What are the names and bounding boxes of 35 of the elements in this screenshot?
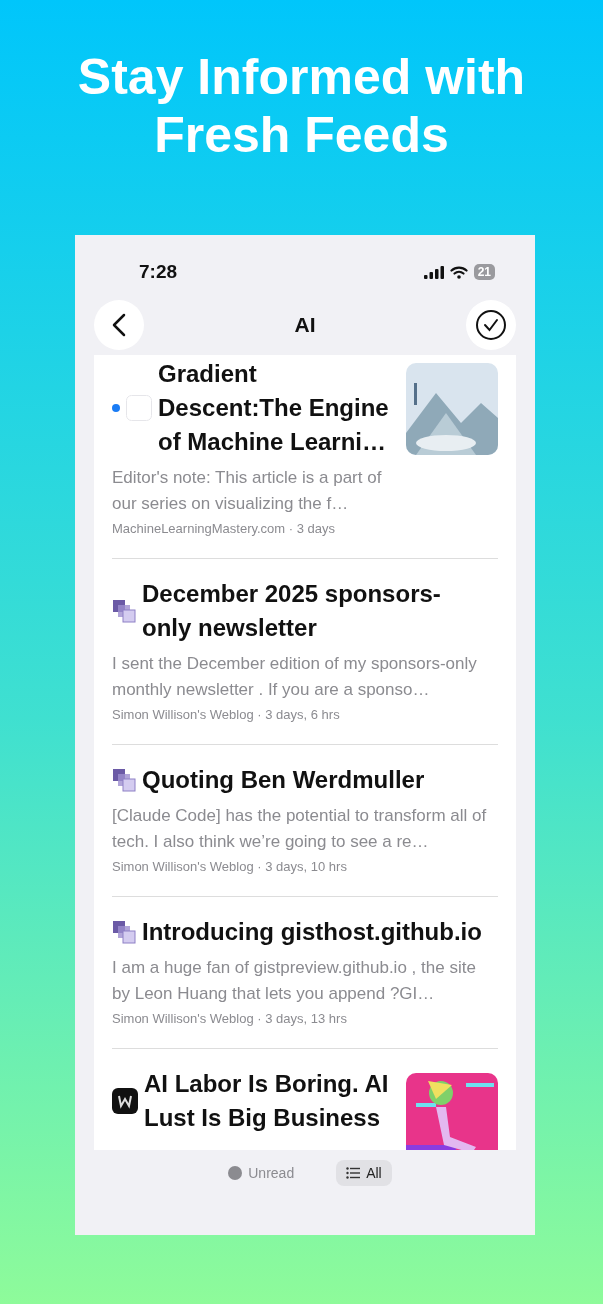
wifi-icon: [449, 265, 468, 279]
stacked-squares-icon: [112, 920, 136, 944]
list-icon: [346, 1167, 361, 1179]
article-row[interactable]: Gradient Descent:The Engine of Machine Learni… Editor's note: This article is a part of our series on visualizing the f… MachineLearningMastery.com · 3 days: [112, 355, 498, 559]
article-excerpt: Editor's note: This article is a part of our series on visualizing the f…: [112, 467, 383, 515]
headline: Stay Informed with Fresh Feeds: [76, 48, 527, 165]
article-title: Introducing gisthost.github.io: [142, 917, 482, 947]
article-excerpt: I am a huge fan of gistpreview.github.io , the site by Leon Huang that lets you append ?GI…: [112, 957, 477, 1005]
article-title: December 2025 sponsors-only newsletter: [142, 579, 442, 643]
article-meta: Simon Willison's Weblog · 3 days, 10 hrs: [112, 859, 348, 874]
signal-icon: [423, 265, 444, 279]
article-excerpt: I sent the December edition of my sponsors-only monthly newsletter . If you are a sponso…: [112, 653, 478, 701]
article-title: Gradient Descent:The Engine of Machine Learni…: [158, 359, 390, 457]
article-title: Quoting Ben Werdmuller: [142, 765, 425, 795]
article-excerpt: [Claude Code] has the potential to transform all of tech. I also think we’re going to see a re…: [112, 805, 488, 853]
article-row[interactable]: Introducing gisthost.github.io I am a huge fan of gistpreview.github.io , the site by Leon Huang that lets you append ?GI… Simon Willison's Weblog · 3 days, 13 hrs: [112, 897, 498, 1049]
article-row[interactable]: December 2025 sponsors-only newsletter I sent the December edition of my sponsors-only monthly newsletter . If you are a sponso… Simon Willison's Weblog · 3 days, 6 hrs: [112, 559, 498, 745]
filter-tab[interactable]: All: [336, 1160, 392, 1186]
status-time: 7:28: [139, 261, 178, 283]
article-meta: Simon Willison's Weblog · 3 days, 6 hrs: [112, 707, 341, 722]
dot-icon: [228, 1166, 243, 1180]
checkmark-circle-icon: [475, 309, 507, 341]
w-logo-icon: [112, 1088, 138, 1114]
back-button[interactable]: [94, 300, 144, 350]
stacked-squares-icon: [112, 768, 136, 792]
article-row[interactable]: Quoting Ben Werdmuller [Claude Code] has the potential to transform all of tech. I also think we’re going to see a re… Simon Willison's Weblog · 3 days, 10 hrs: [112, 745, 498, 897]
blank-favicon-icon: [126, 395, 152, 421]
article-meta: Simon Willison's Weblog · 3 days, 13 hrs: [112, 1011, 348, 1026]
screen-title: AI: [294, 313, 316, 337]
battery-level: 21: [473, 264, 495, 280]
stacked-squares-icon: [112, 599, 136, 623]
article-title: AI Labor Is Boring. AI Lust Is Big Business: [144, 1069, 390, 1133]
article-meta: MachineLearningMastery.com · 3 days: [112, 521, 337, 536]
chevron-left-icon: [112, 313, 126, 337]
mark-all-read-button[interactable]: [466, 300, 516, 350]
